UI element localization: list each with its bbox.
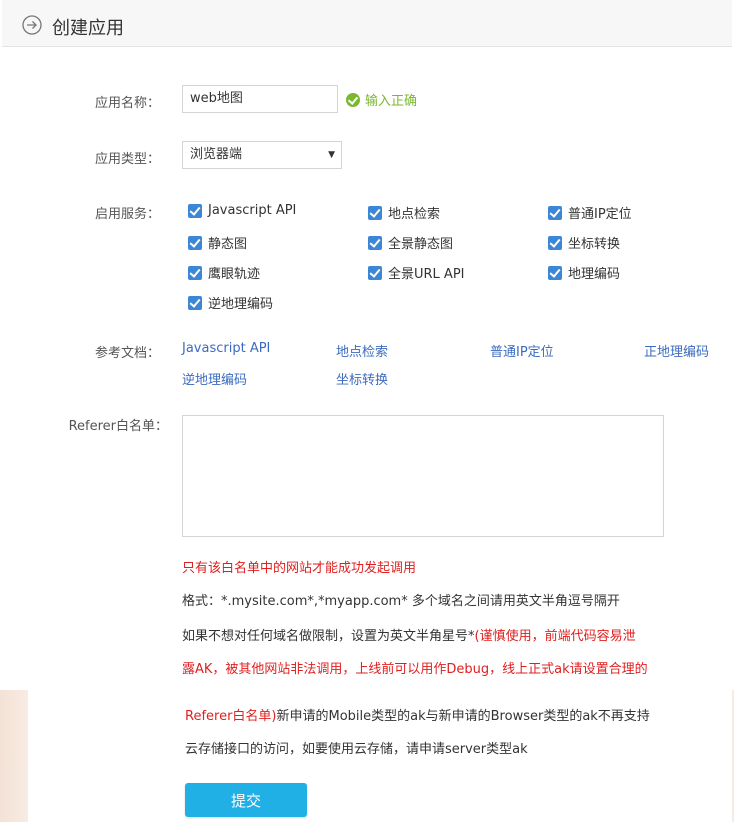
referer-hint-line-4: 云存储接口的访问，如要使用云存储，请申请server类型ak (185, 742, 528, 757)
checkbox-checked-icon[interactable] (368, 265, 382, 280)
service-geocoding[interactable]: 地理编码 (548, 263, 620, 282)
checkbox-checked-icon[interactable] (368, 235, 382, 250)
doc-link-geocoding[interactable]: 正地理编码 (644, 341, 709, 360)
service-label: 地理编码 (568, 267, 621, 282)
service-place-search[interactable]: 地点检索 (368, 203, 440, 222)
service-label: 坐标转换 (568, 237, 621, 252)
service-reverse-geocoding[interactable]: 逆地理编码 (188, 293, 273, 312)
service-label: 普通IP定位 (568, 207, 632, 222)
hint-warning: (谨慎使用，前端代码容易泄 (474, 629, 636, 644)
service-label: 地点检索 (388, 207, 441, 222)
service-label: Javascript API (208, 203, 297, 218)
app-name-input[interactable]: web地图 (182, 85, 338, 113)
services-label: 启用服务： (94, 207, 160, 222)
referer-hint-line: 如果不想对任何域名做限制，设置为英文半角星号*(谨慎使用，前端代码容易泄 (182, 625, 636, 644)
referer-textarea[interactable] (182, 415, 664, 537)
doc-link-ip-location[interactable]: 普通IP定位 (490, 341, 554, 360)
doc-link-javascript-api[interactable]: Javascript API (182, 341, 270, 356)
hint-text: 如果不想对任何域名做限制，设置为英文半角星号* (182, 629, 475, 644)
service-label: 静态图 (208, 237, 248, 252)
service-label: 全景URL API (388, 267, 465, 282)
docs-label: 参考文档： (94, 346, 160, 361)
checkbox-checked-icon[interactable] (188, 203, 202, 218)
service-label: 逆地理编码 (208, 297, 274, 312)
referer-label: Referer白名单： (68, 419, 168, 434)
service-coord-convert[interactable]: 坐标转换 (548, 233, 620, 252)
checkbox-checked-icon[interactable] (188, 265, 202, 280)
service-ip-location[interactable]: 普通IP定位 (548, 203, 632, 222)
dropdown-caret-icon: ▼ (328, 150, 335, 160)
service-panorama-url[interactable]: 全景URL API (368, 263, 465, 282)
checkbox-checked-icon[interactable] (188, 235, 202, 250)
page-title: 创建应用 (52, 18, 124, 39)
referer-warning: 只有该白名单中的网站才能成功发起调用 (182, 561, 417, 576)
app-type-label: 应用类型： (94, 152, 160, 167)
checkbox-checked-icon[interactable] (548, 265, 562, 280)
app-type-select[interactable]: 浏览器端 ▼ (182, 141, 342, 169)
checkbox-checked-icon[interactable] (548, 205, 562, 220)
submit-button[interactable]: 提交 (185, 783, 307, 817)
hint-text-2: 新申请的Mobile类型的ak与新申请的Browser类型的ak不再支持 (276, 709, 650, 724)
validation-message: 输入正确 (346, 90, 417, 109)
doc-link-reverse-geocoding[interactable]: 逆地理编码 (182, 369, 247, 388)
validation-text: 输入正确 (365, 94, 418, 109)
checkbox-checked-icon[interactable] (548, 235, 562, 250)
app-name-label: 应用名称： (94, 96, 160, 111)
arrow-circle-icon (22, 15, 42, 35)
checkbox-checked-icon[interactable] (188, 295, 202, 310)
page-header: 创建应用 (2, 0, 732, 47)
service-static-map[interactable]: 静态图 (188, 233, 247, 252)
service-label: 全景静态图 (388, 237, 454, 252)
check-circle-icon (346, 92, 360, 107)
referer-hint-line-3: Referer白名单)新申请的Mobile类型的ak与新申请的Browser类型… (185, 705, 650, 724)
app-type-value: 浏览器端 (190, 147, 243, 162)
service-eagle-track[interactable]: 鹰眼轨迹 (188, 263, 260, 282)
doc-link-coord-convert[interactable]: 坐标转换 (336, 369, 388, 388)
hint-warning-end: Referer白名单) (185, 709, 277, 724)
doc-link-place-search[interactable]: 地点检索 (336, 341, 388, 360)
referer-format: 格式：*.mysite.com*,*myapp.com* 多个域名之间请用英文半… (182, 594, 620, 609)
referer-hint-line-2: 露AK，被其他网站非法调用，上线前可以用作Debug，线上正式ak请设置合理的 (182, 662, 648, 677)
checkbox-checked-icon[interactable] (368, 205, 382, 220)
service-panorama-static[interactable]: 全景静态图 (368, 233, 453, 252)
service-label: 鹰眼轨迹 (208, 267, 261, 282)
service-javascript-api[interactable]: Javascript API (188, 203, 296, 218)
